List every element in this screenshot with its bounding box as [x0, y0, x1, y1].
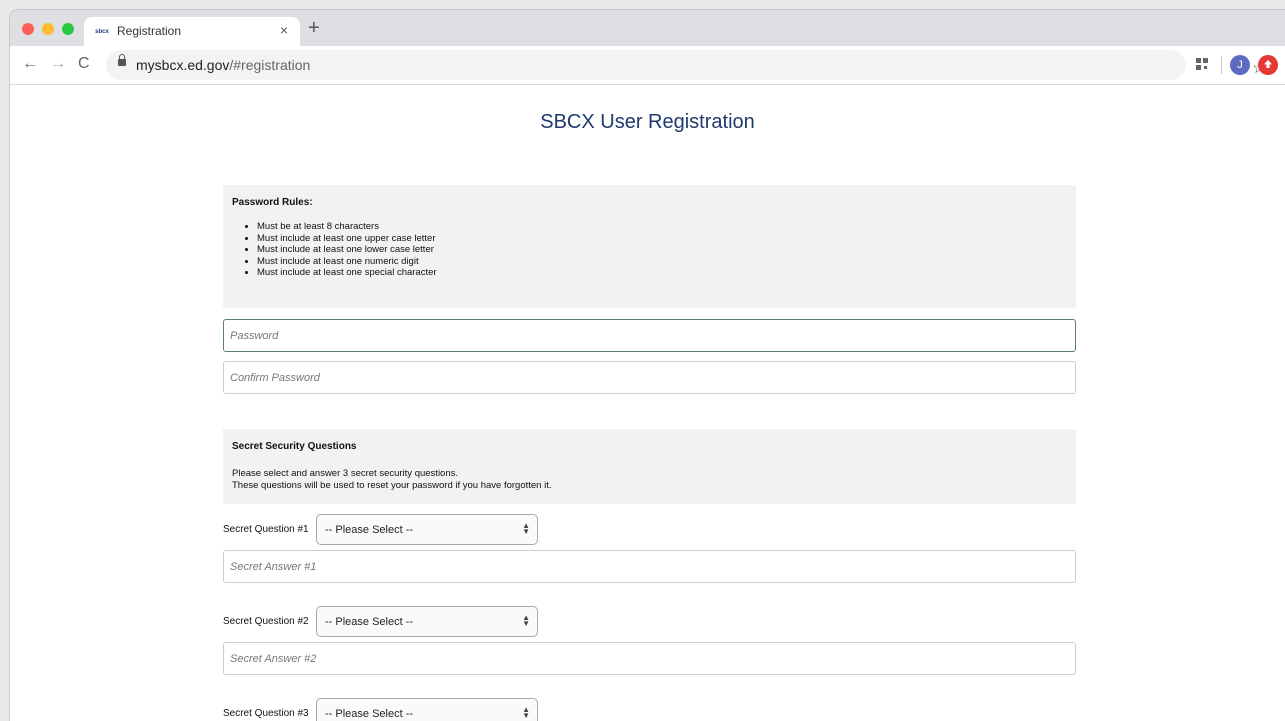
secret-question-3-label: Secret Question #3 [223, 708, 309, 719]
password-rules-heading: Password Rules: [232, 197, 313, 208]
tab-registration[interactable]: sbcx Registration × [84, 17, 300, 46]
security-description-line: Please select and answer 3 secret securi… [232, 468, 459, 479]
browser-window: sbcx Registration × + ← → C mysbcx.ed.go… [10, 10, 1285, 721]
profile-avatar[interactable]: J [1230, 55, 1250, 75]
tab-close-icon[interactable]: × [280, 22, 288, 38]
confirm-password-input[interactable] [223, 361, 1076, 394]
new-tab-button[interactable]: + [308, 18, 320, 38]
secret-question-1-label: Secret Question #1 [223, 524, 309, 535]
forward-arrow-icon[interactable]: → [50, 55, 66, 73]
password-rules-list: Must be at least 8 characters Must inclu… [232, 221, 437, 279]
security-questions-panel: Secret Security Questions Please select … [223, 429, 1076, 504]
address-bar[interactable]: mysbcx.ed.gov/#registration ☆ [106, 50, 1266, 80]
select-arrows-icon: ▲ ▼ [522, 705, 530, 720]
security-description-line: These questions will be used to reset yo… [232, 479, 552, 491]
secret-question-2-select[interactable]: -- Please Select -- ▲ ▼ [316, 606, 538, 637]
browser-toolbar: ← → C mysbcx.ed.gov/#registration ☆ J [10, 46, 1285, 85]
select-arrows-icon: ▲ ▼ [522, 613, 530, 628]
url-text[interactable]: mysbcx.ed.gov/#registration [136, 57, 310, 73]
rule-item: Must include at least one numeric digit [257, 256, 437, 268]
back-arrow-icon[interactable]: ← [22, 55, 38, 73]
url-host: mysbcx.ed.gov [136, 57, 230, 73]
secret-question-2-label: Secret Question #2 [223, 616, 309, 627]
rule-item: Must include at least one upper case let… [257, 233, 437, 245]
rule-item: Must include at least one lower case let… [257, 244, 437, 256]
toolbar-divider [1221, 56, 1222, 74]
select-value: -- Please Select -- [325, 616, 414, 628]
extension-icon[interactable] [1258, 55, 1278, 75]
lock-icon [118, 54, 126, 66]
qr-code-icon[interactable] [1196, 58, 1208, 70]
security-questions-description: Please select and answer 3 secret securi… [232, 468, 551, 491]
maximize-window-button[interactable] [62, 23, 74, 35]
rule-item: Must include at least one special charac… [257, 267, 437, 279]
security-questions-heading: Secret Security Questions [232, 441, 357, 452]
select-value: -- Please Select -- [325, 708, 414, 720]
secret-question-1-select[interactable]: -- Please Select -- ▲ ▼ [316, 514, 538, 545]
secret-answer-2-input[interactable] [223, 642, 1076, 675]
password-rules-panel: Password Rules: Must be at least 8 chara… [223, 185, 1076, 308]
page-content: SBCX User Registration Password Rules: M… [10, 85, 1285, 721]
tab-bar: sbcx Registration × + [10, 10, 1285, 46]
close-window-button[interactable] [22, 23, 34, 35]
select-value: -- Please Select -- [325, 524, 414, 536]
page-title: SBCX User Registration [540, 111, 755, 133]
rule-item: Must be at least 8 characters [257, 221, 437, 233]
sbcx-favicon-icon: sbcx [95, 29, 109, 35]
select-arrows-icon: ▲ ▼ [522, 521, 530, 536]
reload-icon[interactable]: C [78, 55, 90, 73]
password-input[interactable] [223, 319, 1076, 352]
url-path: /#registration [229, 57, 311, 73]
secret-answer-1-input[interactable] [223, 550, 1076, 583]
secret-question-3-select[interactable]: -- Please Select -- ▲ ▼ [316, 698, 538, 721]
tab-title: Registration [117, 24, 182, 38]
minimize-window-button[interactable] [42, 23, 54, 35]
